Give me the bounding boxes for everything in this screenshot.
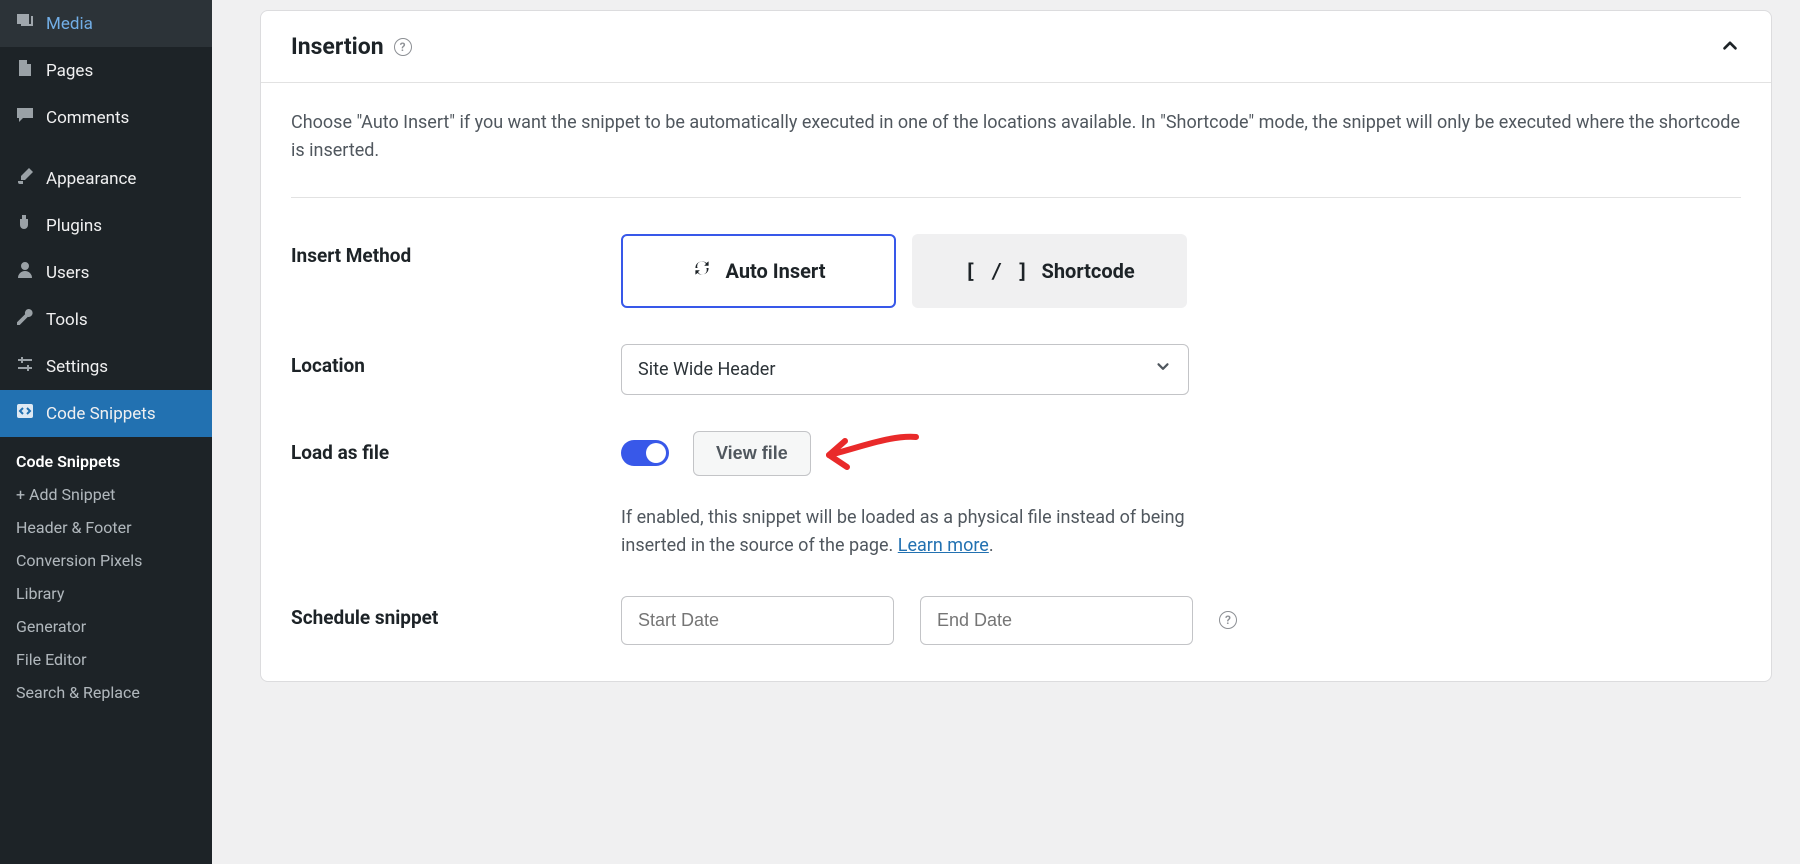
sub-code-snippets[interactable]: Code Snippets: [0, 445, 212, 478]
user-icon: [14, 260, 36, 285]
learn-more-link[interactable]: Learn more: [898, 535, 989, 556]
row-load-as-file: Load as file View file If enabled, this …: [291, 431, 1741, 560]
comment-icon: [14, 105, 36, 130]
sidebar-label: Code Snippets: [46, 404, 156, 424]
chevron-up-icon[interactable]: [1719, 34, 1741, 60]
opt-auto-insert[interactable]: Auto Insert: [621, 234, 896, 308]
sub-header-footer[interactable]: Header & Footer: [0, 511, 212, 544]
label-load-file: Load as file: [291, 431, 621, 464]
sub-generator[interactable]: Generator: [0, 610, 212, 643]
sub-search-replace[interactable]: Search & Replace: [0, 676, 212, 709]
wrench-icon: [14, 307, 36, 332]
refresh-icon: [691, 257, 713, 284]
chevron-down-icon: [1154, 358, 1172, 381]
sliders-icon: [14, 354, 36, 379]
sidebar-appearance[interactable]: Appearance: [0, 155, 212, 202]
sidebar-pages[interactable]: Pages: [0, 47, 212, 94]
sidebar-label: Plugins: [46, 216, 102, 236]
label-schedule: Schedule snippet: [291, 596, 621, 629]
sidebar-label: Users: [46, 263, 89, 283]
help-icon[interactable]: ?: [1219, 611, 1237, 629]
sub-add-snippet[interactable]: + Add Snippet: [0, 478, 212, 511]
location-select[interactable]: Site Wide Header: [621, 344, 1189, 395]
media-icon: [14, 11, 36, 36]
sidebar-media[interactable]: Media: [0, 0, 212, 47]
opt-shortcode[interactable]: [ / ] Shortcode: [912, 234, 1187, 308]
pages-icon: [14, 58, 36, 83]
start-date-input[interactable]: [621, 596, 894, 645]
annotation-arrow: [811, 425, 921, 481]
code-icon: [14, 401, 36, 426]
row-location: Location Site Wide Header: [291, 344, 1741, 395]
sidebar-settings[interactable]: Settings: [0, 343, 212, 390]
panel-header: Insertion ?: [261, 11, 1771, 83]
load-file-note: If enabled, this snippet will be loaded …: [621, 504, 1221, 560]
sub-library[interactable]: Library: [0, 577, 212, 610]
help-icon[interactable]: ?: [394, 38, 412, 56]
sidebar-label: Settings: [46, 357, 108, 377]
sidebar-code-snippets[interactable]: Code Snippets: [0, 390, 212, 437]
row-schedule: Schedule snippet ?: [291, 596, 1741, 645]
sidebar-label: Media: [46, 14, 93, 34]
wp-admin-sidebar: Media Pages Comments Appearance Plugins …: [0, 0, 212, 864]
sub-file-editor[interactable]: File Editor: [0, 643, 212, 676]
sidebar-label: Tools: [46, 310, 88, 330]
end-date-input[interactable]: [920, 596, 1193, 645]
insertion-panel: Insertion ? Choose "Auto Insert" if you …: [260, 10, 1772, 682]
sidebar-users[interactable]: Users: [0, 249, 212, 296]
shortcode-icon: [ / ]: [964, 259, 1029, 283]
sidebar-plugins[interactable]: Plugins: [0, 202, 212, 249]
plug-icon: [14, 213, 36, 238]
sidebar-submenu: Code Snippets + Add Snippet Header & Foo…: [0, 437, 212, 721]
label-location: Location: [291, 344, 621, 377]
sidebar-label: Appearance: [46, 169, 136, 189]
row-insert-method: Insert Method Auto Insert [ / ] Shortcod…: [291, 234, 1741, 308]
sidebar-tools[interactable]: Tools: [0, 296, 212, 343]
main-content: Insertion ? Choose "Auto Insert" if you …: [212, 0, 1800, 864]
panel-description: Choose "Auto Insert" if you want the sni…: [291, 109, 1741, 198]
sidebar-comments[interactable]: Comments: [0, 94, 212, 141]
load-file-toggle[interactable]: [621, 440, 669, 466]
view-file-button[interactable]: View file: [693, 431, 811, 476]
brush-icon: [14, 166, 36, 191]
panel-title: Insertion: [291, 33, 384, 60]
label-insert-method: Insert Method: [291, 234, 621, 267]
sub-conversion-pixels[interactable]: Conversion Pixels: [0, 544, 212, 577]
sidebar-label: Comments: [46, 108, 129, 128]
sidebar-label: Pages: [46, 61, 93, 81]
